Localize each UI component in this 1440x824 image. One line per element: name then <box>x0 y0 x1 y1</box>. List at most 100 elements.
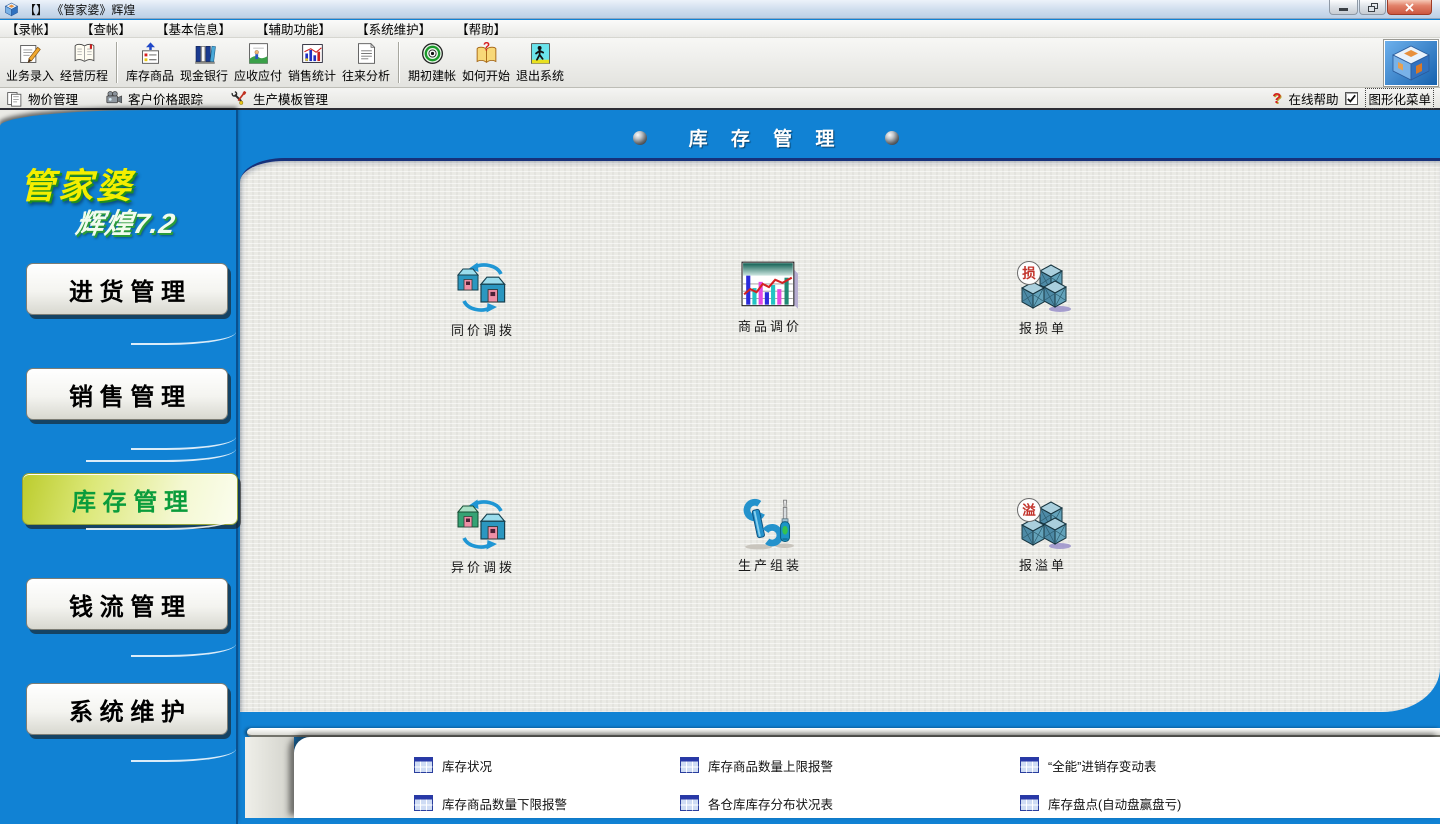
report-links-column-3: “全能”进销存变动表 库存盘点(自动盘赢盘亏) <box>1020 750 1181 824</box>
sidebar-divider-curve <box>131 642 236 657</box>
workspace: 库 存 管 理 <box>0 110 1440 824</box>
document-icon <box>354 41 379 66</box>
link-label: 各仓库库存分布状况表 <box>708 794 833 813</box>
icon-label: 同价调拨 <box>393 320 573 339</box>
toolbar-label: 退出系统 <box>516 67 564 84</box>
icon-production-assembly[interactable]: 生产组装 <box>680 498 860 574</box>
toolbar-business-history[interactable]: 经营历程 <box>57 38 111 87</box>
table-icon <box>1020 795 1039 811</box>
link-label: 库存商品数量下限报警 <box>442 794 567 813</box>
link-almighty-change-table[interactable]: “全能”进销存变动表 <box>1020 750 1181 780</box>
loss-boxes-icon: 损 <box>1013 261 1073 313</box>
toolbar-how-to-start[interactable]: ? 如何开始 <box>459 38 513 87</box>
bottom-gutter <box>245 737 294 818</box>
sidebar-item-purchase-management[interactable]: 进 货 管 理 <box>26 263 228 315</box>
icon-label: 报损单 <box>953 318 1133 337</box>
sales-chart-icon <box>300 41 325 66</box>
page-title: 库 存 管 理 <box>689 124 844 151</box>
sidebar-item-cash-flow-management[interactable]: 钱 流 管 理 <box>26 578 228 630</box>
write-icon <box>18 41 43 66</box>
report-links-panel: 库存状况 库存商品数量下限报警 <box>294 737 1440 818</box>
restore-button[interactable] <box>1359 0 1386 15</box>
icon-overflow-report[interactable]: 溢 报溢单 <box>953 498 1133 574</box>
brand-cube-panel[interactable] <box>1384 40 1438 86</box>
help-book-icon: ? <box>474 41 499 66</box>
overflow-boxes-icon: 溢 <box>1013 498 1073 550</box>
icon-loss-report[interactable]: 损 报损单 <box>953 261 1133 337</box>
menu-aux-functions[interactable]: 【辅助功能】 <box>256 19 331 38</box>
toolbar-label: 现金银行 <box>180 67 228 84</box>
toolbar-label: 往来分析 <box>342 67 390 84</box>
table-icon <box>1020 757 1039 773</box>
menu-query[interactable]: 【查帐】 <box>81 19 131 38</box>
toolbar-label: 经营历程 <box>60 67 108 84</box>
menu-system-maintenance[interactable]: 【系统维护】 <box>356 19 431 38</box>
minimize-button[interactable] <box>1329 0 1358 15</box>
app-icon <box>4 2 19 17</box>
link-label: 库存盘点(自动盘赢盘亏) <box>1048 794 1181 813</box>
icon-label: 报溢单 <box>953 555 1133 574</box>
link-inventory-count[interactable]: 库存盘点(自动盘赢盘亏) <box>1020 788 1181 818</box>
report-links-column-2: 库存商品数量上限报警 各仓库库存分布状况表 <box>680 750 833 824</box>
sidebar: 管家婆 辉煌7.2 进 货 管 理 销 售 管 理 库 存 管 理 钱 流 管 … <box>0 110 238 824</box>
sphere-icon <box>885 131 899 145</box>
close-button[interactable] <box>1387 0 1432 15</box>
toolbar-receivables-payables[interactable]: 应收应付 <box>231 38 285 87</box>
content-area: 同价调拨 <box>240 158 1440 712</box>
menu-help[interactable]: 【帮助】 <box>456 19 506 38</box>
toolbar-sales-statistics[interactable]: 销售统计 <box>285 38 339 87</box>
sphere-icon <box>633 131 647 145</box>
toolbar-label: 销售统计 <box>288 67 336 84</box>
svg-text:损: 损 <box>1022 265 1036 281</box>
subtoolbar-price-management[interactable]: 物价管理 <box>6 89 78 108</box>
online-help-link[interactable]: 在线帮助 <box>1288 89 1338 108</box>
table-icon <box>680 757 699 773</box>
camera-icon <box>106 90 123 107</box>
subtoolbar-production-template-management[interactable]: 生产模板管理 <box>231 89 328 108</box>
icon-label: 生产组装 <box>680 555 860 574</box>
icon-diff-price-transfer[interactable]: 异价调拨 <box>393 498 573 576</box>
graphical-menu-label[interactable]: 图形化菜单 <box>1365 88 1434 109</box>
toolbar-label: 应收应付 <box>234 67 282 84</box>
same-price-transfer-icon <box>451 261 515 315</box>
price-docs-icon <box>6 90 23 107</box>
toolbar-cash-bank[interactable]: 现金银行 <box>177 38 231 87</box>
toolbar-contacts-analysis[interactable]: 往来分析 <box>339 38 393 87</box>
price-adjust-chart-icon <box>741 261 799 311</box>
close-icon <box>1405 3 1414 12</box>
table-icon <box>414 757 433 773</box>
bottom-divider <box>247 728 1440 737</box>
sidebar-item-system-maintenance[interactable]: 系 统 维 护 <box>26 683 228 735</box>
page-header-band: 库 存 管 理 <box>238 110 1440 158</box>
link-inventory-status[interactable]: 库存状况 <box>414 750 567 780</box>
link-stock-upper-limit-alarm[interactable]: 库存商品数量上限报警 <box>680 750 833 780</box>
icon-same-price-transfer[interactable]: 同价调拨 <box>393 261 573 339</box>
link-warehouse-distribution-table[interactable]: 各仓库库存分布状况表 <box>680 788 833 818</box>
subtoolbar-label: 物价管理 <box>28 89 78 108</box>
toolbar-initial-account-setup[interactable]: 期初建帐 <box>405 38 459 87</box>
window-controls <box>1329 0 1432 15</box>
toolbar-exit-system[interactable]: 退出系统 <box>513 38 567 87</box>
minimize-icon <box>1339 8 1348 11</box>
subtoolbar-right-group: ? 在线帮助 图形化菜单 <box>1272 88 1434 109</box>
link-stock-lower-limit-alarm[interactable]: 库存商品数量下限报警 <box>414 788 567 818</box>
sidebar-divider-curve <box>131 747 236 762</box>
toolbar-inventory-goods[interactable]: 库存商品 <box>123 38 177 87</box>
online-help-icon: ? <box>1272 90 1281 107</box>
subtoolbar-customer-price-tracking[interactable]: 客户价格跟踪 <box>106 89 203 108</box>
toolbar-label: 库存商品 <box>126 67 174 84</box>
icon-goods-price-adjust[interactable]: 商品调价 <box>680 261 860 335</box>
graphical-menu-checkbox[interactable] <box>1345 92 1358 105</box>
brand-cube-icon <box>1388 44 1434 82</box>
svg-text:溢: 溢 <box>1022 502 1036 518</box>
table-icon <box>414 795 433 811</box>
sidebar-item-sales-management[interactable]: 销 售 管 理 <box>26 368 228 420</box>
toolbar-separator <box>398 42 400 83</box>
menu-basic-info[interactable]: 【基本信息】 <box>156 19 231 38</box>
app-window: 【】 《管家婆》辉煌 【录帐】 【查帐】 【基本信息】 【辅助功能】 【系统维护… <box>0 0 1440 824</box>
menu-record[interactable]: 【录帐】 <box>6 19 56 38</box>
toolbar-business-entry[interactable]: 业务录入 <box>3 38 57 87</box>
sidebar-divider-curve <box>131 330 236 345</box>
tools-icon <box>231 90 248 107</box>
main-toolbar: 业务录入 经营历程 库存商品 <box>0 38 1440 88</box>
